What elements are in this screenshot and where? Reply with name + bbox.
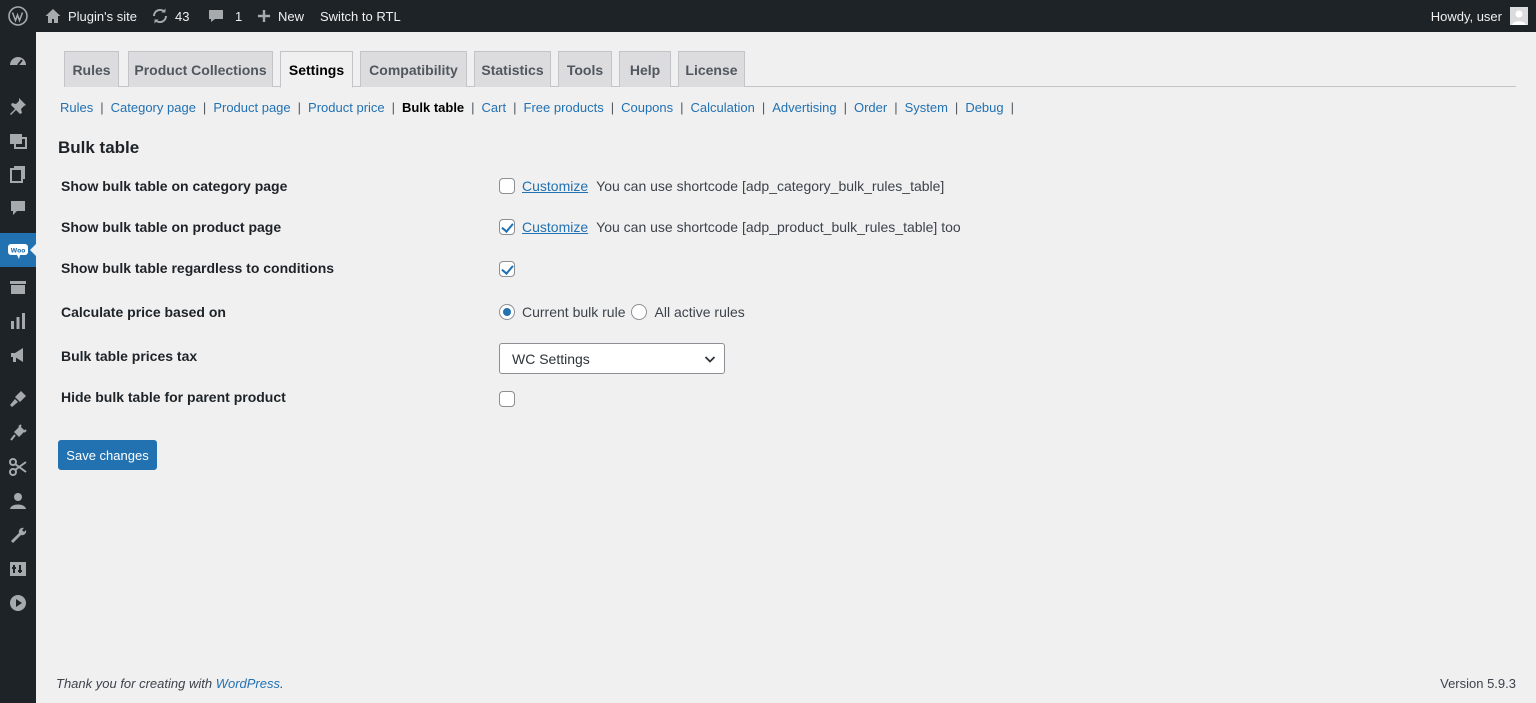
subnav-debug[interactable]: Debug [965,100,1003,115]
new-label: New [278,8,305,24]
subnav-product-page[interactable]: Product page [213,100,290,115]
tab-rules[interactable]: Rules [64,51,119,87]
product-page-field: Customize You can use shortcode [adp_pro… [499,219,961,235]
comments-count: 1 [235,8,243,24]
avatar [1510,7,1528,25]
nav-tabs: Rules Product Collections Settings Compa… [64,51,1516,88]
switch-rtl-label: Switch to RTL [320,8,401,24]
regardless-field [499,261,515,277]
home-icon [45,9,61,23]
category-page-field: Customize You can use shortcode [adp_cat… [499,178,944,194]
site-name: Plugin's site [68,8,137,24]
comment-icon [209,10,223,22]
subnav-category-page[interactable]: Category page [111,100,196,115]
media-icon[interactable] [0,123,36,157]
howdy-text: Howdy, user [1430,8,1502,24]
page-title: Bulk table [58,138,140,157]
updates-icon [152,8,168,24]
my-account-link[interactable]: Howdy, user [1431,0,1528,32]
tab-product-collections[interactable]: Product Collections [128,51,273,87]
marketing-icon[interactable] [0,338,36,372]
dashboard-icon[interactable] [0,44,36,78]
footer-thanks: Thank you for creating with WordPress. [56,676,284,691]
plus-icon [258,10,270,22]
hide-parent-checkbox[interactable] [499,391,515,407]
radio-current-bulk-rule[interactable] [499,304,515,320]
analytics-icon[interactable] [0,304,36,338]
woocommerce-icon[interactable]: Woo [0,233,37,267]
users-icon[interactable] [0,484,36,518]
comments-link[interactable]: 1 [207,0,242,32]
tab-statistics[interactable]: Statistics [474,51,551,87]
switch-rtl-link[interactable]: Switch to RTL [320,0,401,32]
subnav-product-price[interactable]: Product price [308,100,385,115]
hide-parent-label: Hide bulk table for parent product [61,389,286,405]
footer-wordpress-link[interactable]: WordPress [216,676,280,691]
admin-menu: Woo [0,32,37,703]
tools-scissors-icon[interactable] [0,450,36,484]
category-customize-link[interactable]: Customize [522,178,588,194]
footer-version: Version 5.9.3 [1440,676,1516,691]
products-icon[interactable] [0,270,36,304]
updates-link[interactable]: 43 [151,0,189,32]
comments-icon[interactable] [0,191,36,225]
site-name-link[interactable]: Plugin's site [44,0,137,32]
svg-text:Woo: Woo [11,248,26,255]
radio-all-active-rules-label[interactable]: All active rules [655,304,745,320]
tax-select[interactable]: WC Settings [499,343,725,374]
tab-tools[interactable]: Tools [558,51,612,87]
tax-select-value: WC Settings [512,350,590,367]
radio-all-active-rules[interactable] [630,304,647,320]
subnav-order[interactable]: Order [854,100,887,115]
chevron-down-icon [704,356,716,363]
subnav-bulk-table[interactable]: Bulk table [402,100,464,115]
regardless-label: Show bulk table regardless to conditions [61,260,335,276]
pin-icon[interactable] [0,89,36,123]
calculate-label: Calculate price based on [61,304,226,320]
category-page-label: Show bulk table on category page [61,178,288,194]
tab-help[interactable]: Help [619,51,671,87]
subnav-advertising[interactable]: Advertising [772,100,836,115]
plugins-icon[interactable] [0,416,36,450]
tab-compatibility[interactable]: Compatibility [360,51,467,87]
updates-count: 43 [175,8,190,24]
subnav-calculation[interactable]: Calculation [691,100,755,115]
product-page-checkbox[interactable] [499,219,515,235]
tab-settings[interactable]: Settings [280,51,353,88]
subnav-cart[interactable]: Cart [482,100,507,115]
new-content-link[interactable]: New [256,0,304,32]
product-customize-link[interactable]: Customize [522,219,588,235]
product-shortcode-note: You can use shortcode [adp_product_bulk_… [596,219,961,235]
regardless-checkbox[interactable] [499,261,515,277]
pages-icon[interactable] [0,157,36,191]
tax-field: WC Settings [499,343,725,374]
wrench-icon[interactable] [0,518,36,552]
hide-parent-field [499,391,515,407]
tax-label: Bulk table prices tax [61,348,198,364]
appearance-icon[interactable] [0,382,36,416]
radio-current-bulk-rule-label[interactable]: Current bulk rule [522,304,626,320]
admin-bar: Plugin's site 43 1 New Switch to RTL How… [0,0,1536,32]
settings-subnav: Rules | Category page | Product page | Product… [60,100,1015,115]
play-icon[interactable] [0,586,36,620]
settings-icon[interactable] [0,552,36,586]
subnav-system[interactable]: System [905,100,948,115]
subnav-free-products[interactable]: Free products [524,100,604,115]
category-page-checkbox[interactable] [499,178,515,194]
wordpress-logo-icon[interactable] [8,0,28,32]
calculate-field: Current bulk rule All active rules [499,304,745,320]
subnav-rules[interactable]: Rules [60,100,93,115]
tab-license[interactable]: License [678,51,745,87]
subnav-coupons[interactable]: Coupons [621,100,673,115]
save-changes-button[interactable]: Save changes [58,440,157,470]
product-page-label: Show bulk table on product page [61,219,282,235]
category-shortcode-note: You can use shortcode [adp_category_bulk… [596,178,945,194]
